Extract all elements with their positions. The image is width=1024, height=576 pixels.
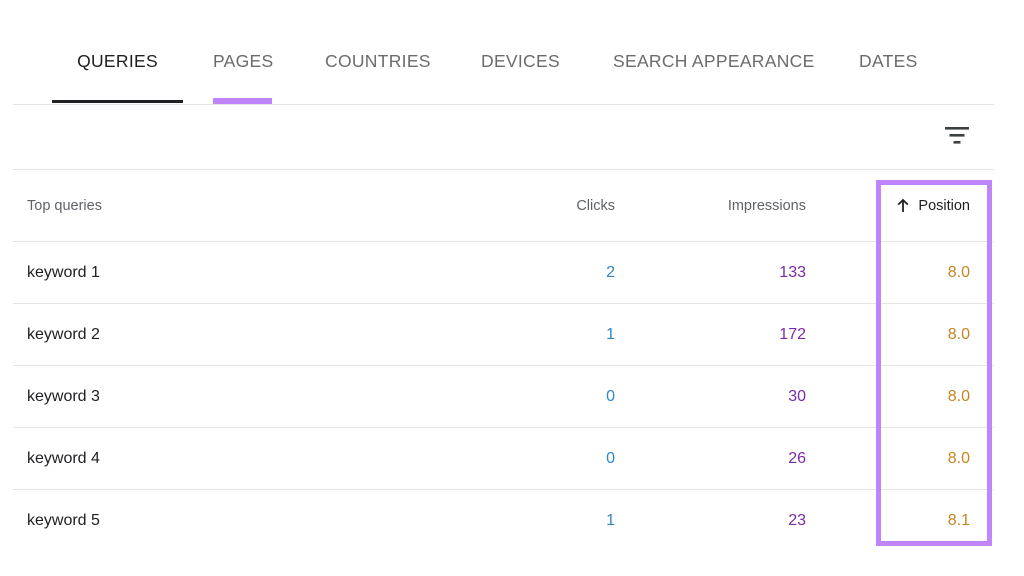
cell-impressions: 23 (788, 511, 806, 529)
tab-dates[interactable]: DATES (859, 50, 918, 104)
cell-clicks: 1 (606, 511, 615, 529)
cell-position: 8.0 (947, 387, 970, 405)
queries-table: Top queries Clicks Impressions Position … (13, 170, 994, 551)
header-top-queries[interactable]: Top queries (27, 170, 407, 241)
cell-impressions: 172 (779, 325, 806, 343)
cell-position: 8.0 (947, 325, 970, 343)
cell-clicks: 0 (606, 449, 615, 467)
cell-position: 8.0 (947, 449, 970, 467)
cell-query: keyword 3 (27, 387, 100, 405)
cell-query: keyword 4 (27, 449, 100, 467)
header-clicks[interactable]: Clicks (475, 170, 615, 241)
cell-query: keyword 2 (27, 325, 100, 343)
cell-impressions: 133 (779, 263, 806, 281)
cell-clicks: 1 (606, 325, 615, 343)
tab-devices[interactable]: DEVICES (481, 50, 560, 104)
cell-query: keyword 5 (27, 511, 100, 529)
cell-position: 8.1 (947, 511, 970, 529)
table-toolbar (13, 105, 994, 170)
cell-impressions: 26 (788, 449, 806, 467)
tab-search-appearance[interactable]: SEARCH APPEARANCE (613, 50, 815, 104)
tab-dates-label: DATES (859, 51, 918, 71)
header-position[interactable]: Position (860, 170, 970, 241)
tab-pages-label: PAGES (213, 51, 274, 71)
arrow-up-icon (897, 198, 909, 213)
tab-queries[interactable]: QUERIES (52, 50, 183, 104)
header-impressions[interactable]: Impressions (646, 170, 806, 241)
table-row[interactable]: keyword 2 1 172 8.0 (13, 304, 994, 366)
tab-active-indicator (52, 100, 183, 103)
cell-query: keyword 1 (27, 263, 100, 281)
table-row[interactable]: keyword 5 1 23 8.1 (13, 490, 994, 551)
tab-pages[interactable]: PAGES (213, 50, 274, 104)
table-row[interactable]: keyword 3 0 30 8.0 (13, 366, 994, 428)
cell-position: 8.0 (947, 263, 970, 281)
tab-countries[interactable]: COUNTRIES (325, 50, 431, 104)
tab-countries-label: COUNTRIES (325, 51, 431, 71)
table-row[interactable]: keyword 1 2 133 8.0 (13, 242, 994, 304)
tab-devices-label: DEVICES (481, 51, 560, 71)
cell-impressions: 30 (788, 387, 806, 405)
search-performance-panel: QUERIES PAGES COUNTRIES DEVICES SEARCH A… (0, 0, 1024, 576)
table-header-row: Top queries Clicks Impressions Position (13, 170, 994, 242)
cell-clicks: 2 (606, 263, 615, 281)
header-position-label: Position (918, 197, 970, 214)
filter-icon[interactable] (944, 124, 970, 146)
tab-search-appearance-label: SEARCH APPEARANCE (613, 51, 815, 71)
report-tabs: QUERIES PAGES COUNTRIES DEVICES SEARCH A… (13, 0, 994, 105)
cell-clicks: 0 (606, 387, 615, 405)
tab-highlight-indicator (213, 98, 272, 104)
tab-queries-label: QUERIES (77, 51, 158, 71)
table-row[interactable]: keyword 4 0 26 8.0 (13, 428, 994, 490)
